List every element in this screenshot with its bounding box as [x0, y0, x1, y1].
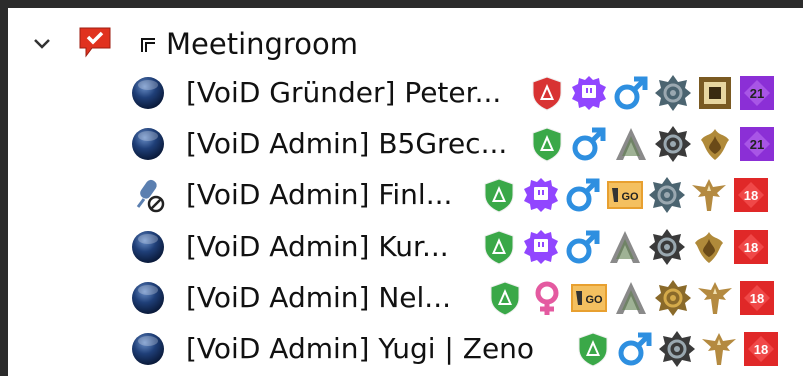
svg-text:18: 18 [744, 240, 758, 255]
hearthstone-rank-icon[interactable] [690, 228, 728, 266]
talk-status-icon [130, 280, 166, 316]
client-badges: 21 [528, 125, 776, 163]
age-18-red-icon[interactable]: 18 [732, 228, 770, 266]
winged-emblem-icon[interactable] [690, 176, 728, 214]
age-18-red-icon[interactable]: 18 [742, 330, 780, 368]
overwatch-rank-gold-icon[interactable] [654, 279, 692, 317]
admin-shield-green-icon[interactable] [486, 279, 524, 317]
admin-shield-green-icon[interactable] [480, 228, 518, 266]
microphone-muted-icon [130, 177, 166, 213]
ark-logo-icon[interactable] [606, 228, 644, 266]
talk-status-icon [130, 229, 166, 265]
talk-status-icon [130, 126, 166, 162]
client-name: [VoiD Admin] Nel... [186, 281, 451, 314]
admin-shield-red-icon[interactable] [528, 74, 566, 112]
talk-status-icon [130, 331, 166, 367]
male-gender-icon[interactable] [570, 125, 608, 163]
channel-meetingroom[interactable]: Meetingroom [8, 18, 803, 70]
channel-chat-icon [78, 26, 112, 58]
csgo-badge-icon[interactable]: GO [570, 279, 608, 317]
overwatch-rank-dark-icon[interactable] [658, 330, 696, 368]
client-name: [VoiD Admin] Yugi | Zeno [186, 332, 535, 365]
svg-text:21: 21 [750, 86, 764, 101]
channel-default-flag-icon [140, 36, 158, 54]
hearthstone-rank-icon[interactable] [696, 125, 734, 163]
overwatch-rank-dark-icon[interactable] [654, 125, 692, 163]
male-gender-icon[interactable] [612, 74, 650, 112]
male-gender-icon[interactable] [564, 228, 602, 266]
client-name: [VoiD Admin] Kur... [186, 230, 449, 263]
svg-text:21: 21 [750, 137, 764, 152]
ark-logo-icon[interactable] [612, 125, 650, 163]
svg-text:18: 18 [744, 188, 758, 203]
client-badges: GO 18 [480, 176, 770, 214]
male-gender-icon[interactable] [564, 176, 602, 214]
svg-text:GO: GO [621, 191, 639, 203]
chevron-down-icon[interactable] [30, 32, 54, 56]
female-gender-icon[interactable] [528, 279, 566, 317]
svg-text:GO: GO [585, 294, 603, 306]
client-badges: GO 18 [486, 279, 776, 317]
admin-shield-green-icon[interactable] [480, 176, 518, 214]
csgo-badge-icon[interactable]: GO [606, 176, 644, 214]
male-gender-icon[interactable] [616, 330, 654, 368]
age-18-red-icon[interactable]: 18 [738, 279, 776, 317]
client-row[interactable]: [VoiD Admin] Kur... 18 [8, 221, 803, 272]
client-badges: 18 [480, 228, 770, 266]
talk-status-icon [130, 75, 166, 111]
admin-shield-green-icon[interactable] [574, 330, 612, 368]
twitch-badge-icon[interactable] [570, 74, 608, 112]
twitch-badge-icon[interactable] [522, 176, 560, 214]
client-row[interactable]: [VoiD Admin] B5Grec... 21 [8, 118, 803, 169]
age-21-purple-icon[interactable]: 21 [738, 125, 776, 163]
client-row[interactable]: [VoiD Admin] Nel... GO 18 [8, 272, 803, 323]
svg-text:18: 18 [754, 342, 768, 357]
overwatch-rank-silver-icon[interactable] [654, 74, 692, 112]
client-badges: 18 [574, 330, 780, 368]
client-badges: 21 [528, 74, 776, 112]
client-row[interactable]: [VoiD Admin] Finl... GO 18 [8, 169, 803, 220]
ark-logo-icon[interactable] [612, 279, 650, 317]
client-row[interactable]: [VoiD Gründer] Peter... 21 [8, 67, 803, 118]
client-row[interactable]: [VoiD Admin] Yugi | Zeno 18 [8, 323, 803, 374]
winged-emblem-icon[interactable] [696, 279, 734, 317]
channel-tree: Meetingroom [VoiD Gründer] Peter... 21 [Vo… [8, 8, 803, 376]
channel-name: Meetingroom [166, 27, 358, 61]
twitch-badge-icon[interactable] [522, 228, 560, 266]
winged-emblem-icon[interactable] [700, 330, 738, 368]
svg-text:18: 18 [750, 291, 764, 306]
overwatch-rank-dark-icon[interactable] [648, 228, 686, 266]
age-21-purple-icon[interactable]: 21 [738, 74, 776, 112]
overwatch-rank-silver-icon[interactable] [648, 176, 686, 214]
client-name: [VoiD Admin] Finl... [186, 178, 453, 211]
age-18-red-icon[interactable]: 18 [732, 176, 770, 214]
client-name: [VoiD Gründer] Peter... [186, 76, 502, 109]
client-name: [VoiD Admin] B5Grec... [186, 127, 508, 160]
square-badge-bronze-icon[interactable] [696, 74, 734, 112]
admin-shield-green-icon[interactable] [528, 125, 566, 163]
